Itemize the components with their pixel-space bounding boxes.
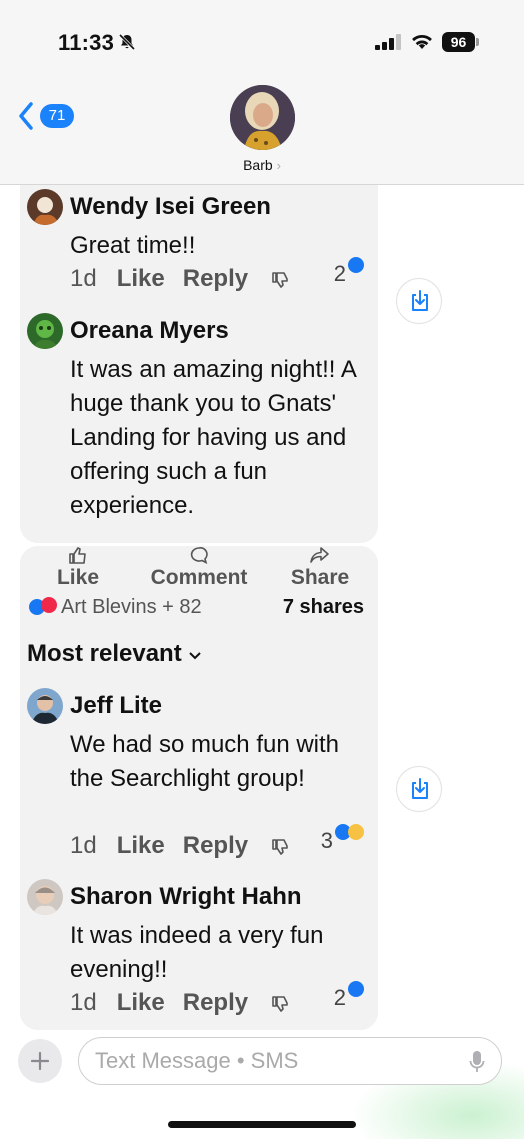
comment-age: 1d bbox=[70, 832, 97, 859]
share-action: Share bbox=[288, 546, 352, 590]
comment-bubble-icon bbox=[190, 547, 208, 564]
avatar bbox=[27, 688, 63, 724]
home-indicator[interactable] bbox=[168, 1121, 356, 1128]
comment-item: Oreana Myers It was an amazing night!! A… bbox=[27, 313, 372, 543]
comment-author: Jeff Lite bbox=[70, 692, 163, 719]
comment-actions: 1d Like Reply bbox=[70, 832, 290, 860]
comment-text: It was an amazing night!! A huge thank y… bbox=[70, 356, 356, 519]
message-bubble-2[interactable]: Like Comment Share Art Blevins + 82 7 sh… bbox=[20, 546, 378, 1030]
thumbs-down-icon bbox=[272, 995, 288, 1012]
like-reaction-icon bbox=[348, 257, 364, 273]
chevron-left-icon bbox=[19, 102, 33, 130]
share-button[interactable] bbox=[396, 278, 442, 324]
thumbs-up-icon bbox=[69, 547, 86, 564]
status-bar: 11:33 96 bbox=[0, 0, 524, 80]
comment-action: Comment bbox=[146, 546, 252, 590]
contact-photo bbox=[230, 85, 295, 150]
battery-indicator: 96 bbox=[442, 32, 480, 52]
reply-link: Reply bbox=[182, 265, 249, 292]
apps-plus-button[interactable] bbox=[18, 1039, 62, 1083]
message-bubble-1[interactable]: Wendy Isei Green Great time!! 1d Like Repl… bbox=[20, 185, 378, 543]
avatar bbox=[27, 879, 63, 915]
share-arrow-icon bbox=[310, 547, 329, 563]
comment-item: Sharon Wright Hahn It was indeed a very … bbox=[27, 879, 372, 1019]
like-link: Like bbox=[116, 832, 165, 859]
download-share-icon bbox=[412, 290, 428, 311]
comment-age: 1d bbox=[70, 265, 97, 292]
chevron-down-icon bbox=[189, 652, 202, 660]
reaction-count: 2 bbox=[334, 981, 364, 1011]
comment-item: Jeff Lite We had so much fun with the Se… bbox=[27, 688, 372, 868]
avatar bbox=[27, 313, 63, 349]
wifi-icon bbox=[412, 34, 432, 49]
clock: 11:33 bbox=[58, 30, 115, 55]
comment-actions: 1d Like Reply bbox=[70, 989, 290, 1017]
post-actions: Like Comment Share bbox=[20, 546, 378, 596]
chevron-right-icon: › bbox=[276, 158, 281, 173]
care-reaction-icon bbox=[348, 824, 364, 840]
comment-author: Oreana Myers bbox=[70, 317, 229, 344]
message-input[interactable] bbox=[95, 1038, 455, 1084]
plus-icon bbox=[30, 1051, 50, 1071]
back-button[interactable]: 71 bbox=[18, 100, 78, 132]
message-input-field[interactable] bbox=[78, 1037, 502, 1085]
reply-link: Reply bbox=[182, 832, 249, 859]
like-link: Like bbox=[116, 989, 165, 1016]
thumbs-down-icon bbox=[272, 838, 288, 855]
like-link: Like bbox=[116, 265, 165, 292]
comment-item: Wendy Isei Green Great time!! 1d Like Repl… bbox=[27, 189, 372, 299]
battery-level: 96 bbox=[442, 32, 475, 52]
comment-text: We had so much fun with the Searchlight … bbox=[70, 731, 340, 792]
love-reaction-icon bbox=[41, 597, 57, 613]
avatar bbox=[27, 189, 63, 225]
like-action: Like bbox=[54, 546, 102, 590]
unread-count-badge: 71 bbox=[40, 104, 74, 128]
comment-author: Sharon Wright Hahn bbox=[70, 883, 302, 910]
reactions-summary: Art Blevins + 82 bbox=[27, 596, 202, 619]
conversation-header: 71 Barb › bbox=[0, 80, 524, 185]
microphone-icon[interactable] bbox=[469, 1050, 485, 1074]
reaction-count: 3 bbox=[321, 824, 364, 854]
share-count: 7 shares bbox=[282, 596, 364, 618]
download-share-icon bbox=[412, 778, 428, 799]
contact-avatar[interactable] bbox=[230, 85, 295, 150]
sort-selector: Most relevant bbox=[27, 640, 202, 668]
contact-name[interactable]: Barb › bbox=[0, 157, 524, 173]
reaction-count: 2 bbox=[334, 257, 364, 287]
share-button[interactable] bbox=[396, 766, 442, 812]
comment-actions: 1d Like Reply bbox=[70, 265, 290, 293]
comment-text: It was indeed a very fun evening!! bbox=[70, 922, 324, 983]
thumbs-down-icon bbox=[272, 271, 288, 288]
like-reaction-icon bbox=[348, 981, 364, 997]
bell-muted-icon bbox=[118, 33, 136, 51]
comment-author: Wendy Isei Green bbox=[70, 193, 271, 220]
comment-age: 1d bbox=[70, 989, 97, 1016]
comment-text: Great time!! bbox=[70, 232, 196, 259]
cellular-signal-icon bbox=[375, 34, 401, 50]
reply-link: Reply bbox=[182, 989, 249, 1016]
